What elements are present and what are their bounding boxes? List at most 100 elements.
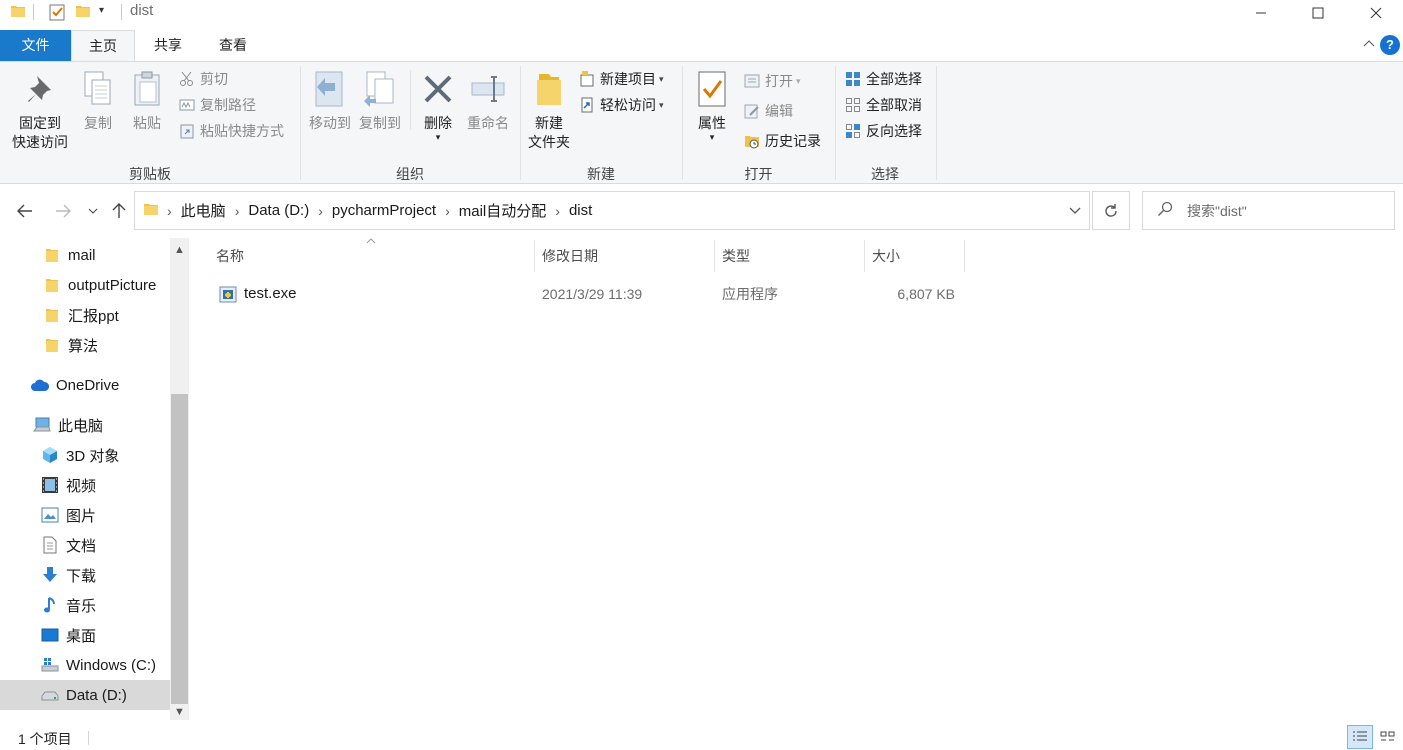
nav-item-this-pc[interactable]: 此电脑: [0, 410, 170, 440]
close-button[interactable]: [1353, 0, 1399, 26]
nav-item-videos[interactable]: 视频: [0, 470, 170, 500]
copy-button[interactable]: 复制: [78, 66, 118, 133]
nav-item-3d-objects[interactable]: 3D 对象: [0, 440, 170, 470]
scrollbar-thumb[interactable]: [171, 394, 188, 704]
new-folder-quick-icon[interactable]: [75, 3, 91, 19]
new-folder-button[interactable]: 新建 文件夹: [524, 66, 574, 152]
file-type: 应用程序: [722, 286, 778, 302]
title-bar: ▾ dist: [0, 0, 1403, 26]
column-header-type[interactable]: 类型: [716, 240, 865, 272]
tab-file[interactable]: 文件: [0, 30, 71, 61]
rename-icon: [468, 66, 508, 112]
file-modified: 2021/3/29 11:39: [542, 286, 643, 302]
address-history-dropdown-icon[interactable]: [1069, 202, 1081, 218]
properties-icon: [692, 66, 732, 112]
recent-locations-dropdown-icon[interactable]: [84, 197, 102, 225]
nav-item-documents[interactable]: 文档: [0, 530, 170, 560]
copy-to-icon: [360, 66, 400, 112]
open-button[interactable]: 打开 ▾: [743, 70, 801, 92]
nav-item-desktop[interactable]: 桌面: [0, 620, 170, 650]
chevron-right-icon[interactable]: ›: [235, 203, 240, 219]
rename-button[interactable]: 重命名: [463, 66, 513, 133]
up-arrow-icon[interactable]: [106, 197, 132, 225]
scroll-up-icon[interactable]: ▲: [170, 240, 189, 260]
search-input[interactable]: 搜索"dist": [1187, 201, 1247, 221]
scissors-icon: [178, 70, 196, 88]
nav-item-data-d[interactable]: Data (D:): [0, 680, 170, 710]
collapse-ribbon-icon[interactable]: [1363, 36, 1375, 50]
open-icon: [743, 72, 761, 90]
breadcrumb-dist[interactable]: dist: [569, 202, 592, 219]
delete-button[interactable]: 删除 ▾: [418, 66, 458, 142]
chevron-right-icon[interactable]: ›: [167, 203, 172, 219]
breadcrumb-pycharmproject[interactable]: pycharmProject: [332, 202, 436, 219]
nav-item-pictures[interactable]: 图片: [0, 500, 170, 530]
history-icon: [743, 132, 761, 150]
breadcrumb-data-drive[interactable]: Data (D:): [248, 202, 309, 219]
address-bar[interactable]: › 此电脑 › Data (D:) › pycharmProject › mai…: [134, 191, 1090, 230]
column-header-modified[interactable]: 修改日期: [536, 240, 715, 272]
new-item-button[interactable]: 新建项目 ▾: [578, 68, 664, 90]
item-count: 1 个项目: [18, 731, 72, 747]
properties-dropdown-icon[interactable]: ▾: [710, 133, 715, 142]
nav-item-onedrive[interactable]: OneDrive: [0, 370, 170, 400]
cube-icon: [40, 445, 60, 465]
scroll-down-icon[interactable]: ▼: [170, 702, 189, 722]
chevron-right-icon[interactable]: ›: [555, 203, 560, 219]
cut-button[interactable]: 剪切: [178, 68, 228, 90]
copy-to-button[interactable]: 复制到: [356, 66, 404, 133]
properties-quick-icon[interactable]: [48, 3, 66, 21]
breadcrumb-mail-folder[interactable]: mail自动分配: [459, 200, 547, 221]
paste-button[interactable]: 粘贴: [127, 66, 167, 133]
refresh-button[interactable]: [1092, 191, 1130, 230]
cloud-icon: [30, 375, 50, 395]
file-list: [190, 238, 1403, 720]
details-view-button[interactable]: [1347, 725, 1373, 749]
nav-item-report-ppt[interactable]: 汇报ppt: [0, 300, 170, 330]
select-none-button[interactable]: 全部取消: [844, 94, 922, 116]
file-name: test.exe: [244, 285, 297, 302]
column-header-name[interactable]: 名称: [210, 240, 535, 272]
new-item-dropdown-icon: ▾: [659, 73, 664, 84]
customize-toolbar-dropdown-icon[interactable]: ▾: [99, 5, 104, 16]
nav-item-mail[interactable]: mail: [0, 240, 170, 270]
paste-shortcut-button[interactable]: 粘贴快捷方式: [178, 120, 284, 142]
breadcrumb-this-pc[interactable]: 此电脑: [181, 200, 226, 221]
help-icon[interactable]: ?: [1380, 35, 1400, 55]
nav-item-music[interactable]: 音乐: [0, 590, 170, 620]
chevron-right-icon[interactable]: ›: [318, 203, 323, 219]
easy-access-icon: [578, 96, 596, 114]
history-button[interactable]: 历史记录: [743, 130, 821, 152]
table-row[interactable]: test.exe 2021/3/29 11:39 应用程序 6,807 KB: [210, 280, 970, 308]
select-all-button[interactable]: 全部选择: [844, 68, 922, 90]
edit-button[interactable]: 编辑: [743, 100, 793, 122]
copy-path-button[interactable]: 复制路径: [178, 94, 256, 116]
pin-icon: [20, 66, 60, 112]
properties-button[interactable]: 属性 ▾: [690, 66, 734, 142]
minimize-button[interactable]: [1238, 0, 1284, 26]
maximize-button[interactable]: [1295, 0, 1341, 26]
column-header-size[interactable]: 大小: [866, 240, 965, 272]
chevron-right-icon[interactable]: ›: [445, 203, 450, 219]
nav-item-outputpicture[interactable]: outputPicture: [0, 270, 170, 300]
nav-item-algorithm[interactable]: 算法: [0, 330, 170, 360]
delete-dropdown-icon[interactable]: ▾: [436, 133, 441, 142]
nav-item-windows-c[interactable]: Windows (C:): [0, 650, 170, 680]
move-to-button[interactable]: 移动到: [306, 66, 354, 133]
back-arrow-icon[interactable]: [12, 197, 38, 225]
tab-home[interactable]: 主页: [71, 30, 135, 61]
nav-item-downloads[interactable]: 下载: [0, 560, 170, 590]
invert-selection-button[interactable]: 反向选择: [844, 120, 922, 142]
large-icons-view-button[interactable]: [1375, 725, 1401, 749]
easy-access-button[interactable]: 轻松访问 ▾: [578, 94, 664, 116]
navigation-pane: mail outputPicture 汇报ppt 算法 OneDrive 此电脑…: [0, 238, 190, 720]
details-view-icon: [1353, 731, 1367, 741]
tab-share[interactable]: 共享: [135, 30, 201, 61]
select-none-icon: [844, 96, 862, 114]
forward-arrow-icon[interactable]: [50, 197, 76, 225]
pin-to-quick-access-button[interactable]: 固定到 快速访问: [10, 66, 70, 152]
search-box[interactable]: 搜索"dist": [1142, 191, 1395, 230]
tab-view[interactable]: 查看: [201, 30, 265, 61]
ribbon: 固定到 快速访问 复制 粘贴 剪切 复制路径 粘贴快捷方式 剪贴板 移动到 复制…: [0, 61, 1403, 184]
refresh-icon: [1105, 203, 1117, 217]
